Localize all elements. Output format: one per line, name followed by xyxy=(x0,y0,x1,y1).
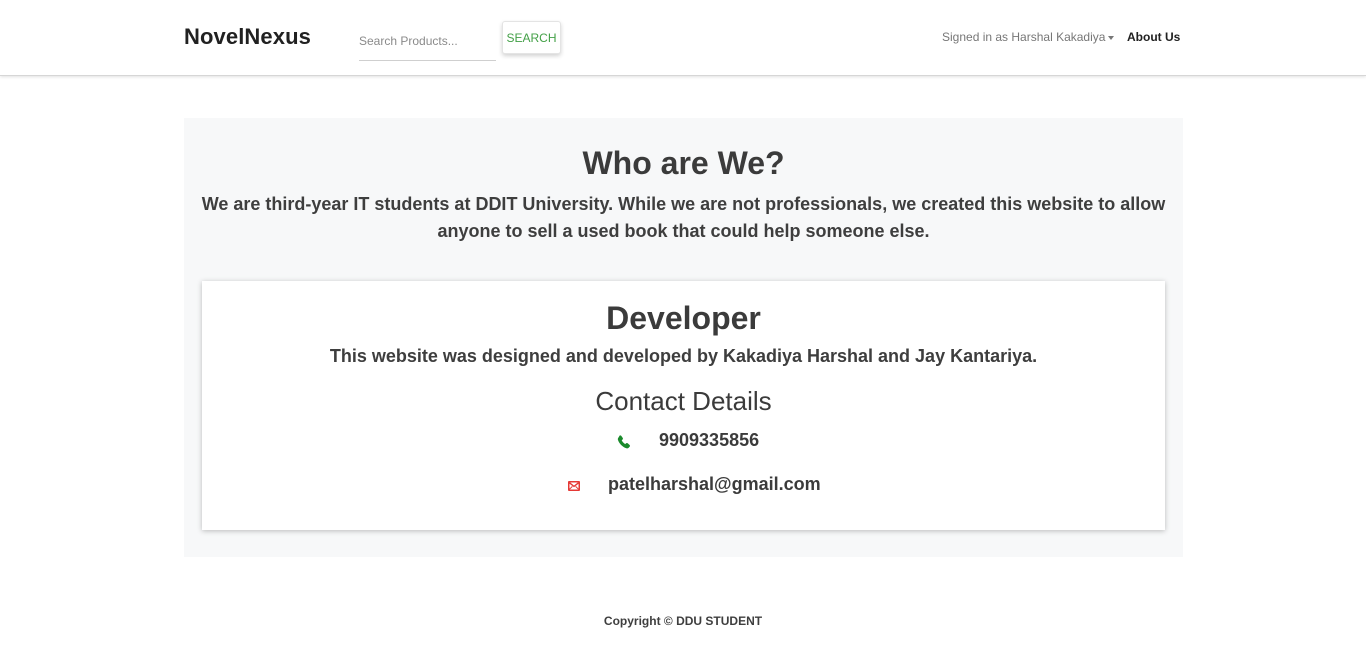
search-button[interactable]: SEARCH xyxy=(502,21,561,54)
footer-copyright: Copyright © DDU STUDENT xyxy=(603,614,763,628)
about-section: Who are We? We are third-year IT student… xyxy=(184,118,1183,557)
about-us-link[interactable]: About Us xyxy=(1127,30,1180,44)
developer-card: Developer This website was designed and … xyxy=(202,281,1165,530)
contact-phone-value[interactable]: 9909335856 xyxy=(659,430,759,451)
about-intro-text: We are third-year IT students at DDIT Un… xyxy=(201,194,1166,241)
brand-logo[interactable]: NovelNexus xyxy=(184,24,311,50)
contact-details-title: Contact Details xyxy=(595,386,772,416)
developer-text: This website was designed and developed … xyxy=(329,346,1038,366)
contact-row-email: patelharshal@gmail.com xyxy=(202,474,1165,498)
page-title: Who are We? xyxy=(582,145,785,181)
caret-down-icon xyxy=(1108,35,1115,40)
user-menu-dropdown[interactable]: Signed in as Harshal Kakadiya xyxy=(942,30,1115,44)
navbar: NovelNexus SEARCH Signed in as Harshal K… xyxy=(0,0,1366,76)
contact-row-phone: 9909335856 xyxy=(202,430,1165,454)
phone-icon xyxy=(617,435,630,449)
email-icon xyxy=(568,481,580,491)
contact-email-value[interactable]: patelharshal@gmail.com xyxy=(608,474,821,495)
search-input[interactable] xyxy=(359,22,496,61)
user-menu-label: Signed in as Harshal Kakadiya xyxy=(942,30,1106,44)
developer-title: Developer xyxy=(606,300,761,336)
